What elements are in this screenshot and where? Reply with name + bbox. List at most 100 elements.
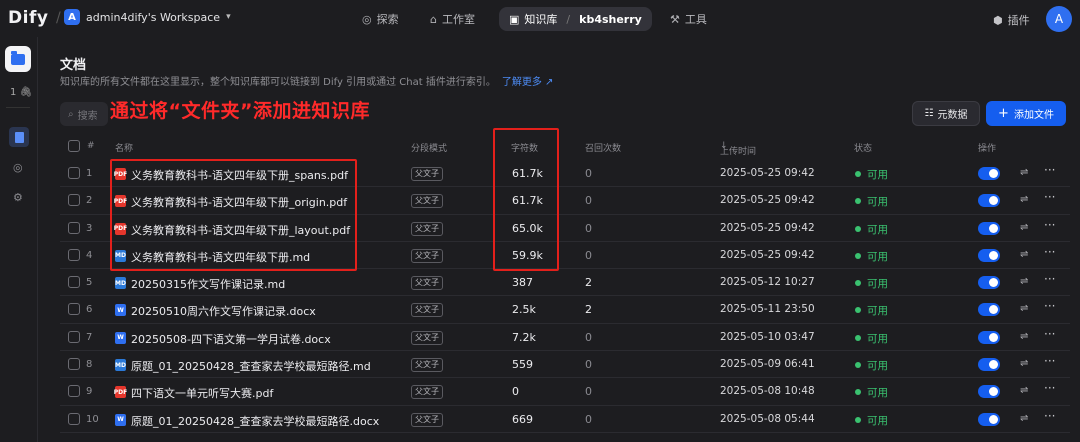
upload-time: 2025-05-09 06:41 <box>720 358 815 371</box>
knowledge-base-name[interactable]: kb4sherry <box>579 13 642 26</box>
row-checkbox[interactable] <box>68 194 80 207</box>
more-options-icon[interactable]: ··· <box>1044 354 1055 368</box>
breadcrumb-separator: / <box>566 12 571 26</box>
nav-knowledge[interactable]: ▣ 知识库 / kb4sherry <box>499 7 652 31</box>
docx-file-icon: W <box>115 413 126 426</box>
settings-sliders-icon[interactable]: ⇌ <box>1020 249 1028 260</box>
row-index: 10 <box>86 413 99 425</box>
pdf-file-icon: PDF <box>114 222 127 235</box>
more-options-icon[interactable]: ··· <box>1044 381 1055 395</box>
table-row[interactable]: 1 PDF 义务教育教科书-语文四年级下册_spans.pdf 父文子 61.7k 0 20… <box>60 160 1070 188</box>
table-row[interactable]: 4 MD 义务教育教科书-语文四年级下册.md 父文子 59.9k 0 2025-05-25… <box>60 242 1070 270</box>
md-file-icon: MD <box>115 277 126 290</box>
table-row[interactable]: 9 PDF 四下语文一单元听写大赛.pdf 父文子 0 0 2025-05-08 10:48… <box>60 378 1070 406</box>
enable-toggle[interactable] <box>978 221 1000 235</box>
row-checkbox[interactable] <box>68 221 80 234</box>
file-name[interactable]: 原题_01_20250428_查查家去学校最短路径.docx <box>131 413 379 429</box>
more-options-icon[interactable]: ··· <box>1044 190 1055 204</box>
header-mode: 分段模式 <box>411 144 448 154</box>
app-logo[interactable]: Dify <box>8 8 48 28</box>
table-row[interactable]: 7 W 20250508-四下语文第一学月试卷.docx 父文子 7.2k 0 2025-0… <box>60 324 1070 352</box>
settings-sliders-icon[interactable]: ⇌ <box>1020 358 1028 369</box>
avatar[interactable]: A <box>1046 6 1072 32</box>
status-badge: 可用 <box>855 303 888 318</box>
nav-tools[interactable]: ⚒ 工具 <box>670 7 707 31</box>
enable-toggle[interactable] <box>978 412 1000 426</box>
settings-sliders-icon[interactable]: ⇌ <box>1020 222 1028 233</box>
more-options-icon[interactable]: ··· <box>1044 163 1055 177</box>
file-name[interactable]: 义务教育教科书-语文四年级下册_spans.pdf <box>131 167 348 183</box>
row-checkbox[interactable] <box>68 358 80 371</box>
header-chars[interactable]: 字符数 <box>511 141 538 154</box>
enable-toggle[interactable] <box>978 330 1000 344</box>
plugins-button[interactable]: ⬢ 插件 <box>993 12 1030 28</box>
row-index: 1 <box>86 168 93 179</box>
table-row[interactable]: 10 W 原题_01_20250428_查查家去学校最短路径.docx 父文子 669 0… <box>60 406 1070 433</box>
add-file-button[interactable]: + 添加文件 <box>986 101 1066 126</box>
settings-sliders-icon[interactable]: ⇌ <box>1020 276 1028 287</box>
row-checkbox[interactable] <box>68 276 80 289</box>
select-all-checkbox[interactable] <box>68 140 80 152</box>
table-row[interactable]: 8 MD 原题_01_20250428_查查家去学校最短路径.md 父文子 559 0 20… <box>60 351 1070 379</box>
header-recall[interactable]: 召回次数 <box>585 141 621 154</box>
more-options-icon[interactable]: ··· <box>1044 327 1055 341</box>
more-options-icon[interactable]: ··· <box>1044 245 1055 259</box>
file-name[interactable]: 20250315作文写作课记录.md <box>131 276 285 292</box>
nav-explore[interactable]: ◎ 探索 <box>362 7 399 31</box>
table-row[interactable]: 5 MD 20250315作文写作课记录.md 父文子 387 2 2025-05-12 1… <box>60 269 1070 297</box>
doc-count: 1 🖇 <box>10 87 33 98</box>
file-name[interactable]: 四下语文一单元听写大赛.pdf <box>131 385 273 401</box>
learn-more-link[interactable]: 了解更多 <box>502 77 542 88</box>
row-checkbox[interactable] <box>68 303 80 316</box>
recall-count: 2 <box>585 276 592 290</box>
more-options-icon[interactable]: ··· <box>1044 299 1055 313</box>
file-name[interactable]: 义务教育教科书-语文四年级下册_layout.pdf <box>131 222 350 238</box>
search-input[interactable]: ⌕ 搜索 <box>60 102 108 126</box>
row-checkbox[interactable] <box>68 167 80 179</box>
documents-icon[interactable] <box>9 127 29 147</box>
file-name[interactable]: 原题_01_20250428_查查家去学校最短路径.md <box>131 358 371 374</box>
workspace-switcher[interactable]: A admin4dify's Workspace ▾ <box>64 9 231 25</box>
nav-studio[interactable]: ⌂ 工作室 <box>430 7 475 31</box>
book-icon: ▣ <box>509 12 520 26</box>
enable-toggle[interactable] <box>978 194 1000 208</box>
enable-toggle[interactable] <box>978 358 1000 372</box>
row-checkbox[interactable] <box>68 330 80 343</box>
file-name[interactable]: 义务教育教科书-语文四年级下册.md <box>131 249 310 265</box>
enable-toggle[interactable] <box>978 248 1000 262</box>
target-icon[interactable]: ◎ <box>13 161 23 174</box>
metadata-button[interactable]: ☷ 元数据 <box>912 101 980 126</box>
settings-sliders-icon[interactable]: ⇌ <box>1020 331 1028 342</box>
table-row[interactable]: 3 PDF 义务教育教科书-语文四年级下册_layout.pdf 父文子 65.0k 0 2… <box>60 215 1070 242</box>
table-row[interactable]: 6 W 20250510周六作文写作课记录.docx 父文子 2.5k 2 2025-05-… <box>60 296 1070 324</box>
settings-sliders-icon[interactable]: ⇌ <box>1020 413 1028 424</box>
page-description: 知识库的所有文件都在这里显示，整个知识库都可以链接到 Dify 引用或通过 Ch… <box>60 77 554 88</box>
enable-toggle[interactable] <box>978 276 1000 290</box>
table-row[interactable]: 2 PDF 义务教育教科书-语文四年级下册_origin.pdf 父文子 61.7k 0 2… <box>60 187 1070 215</box>
docx-file-icon: W <box>115 304 126 317</box>
more-options-icon[interactable]: ··· <box>1044 409 1055 423</box>
row-checkbox[interactable] <box>68 248 80 261</box>
settings-sliders-icon[interactable]: ⇌ <box>1020 385 1028 396</box>
table-header: # 名称 分段模式 字符数 召回次数 上传时间 ↓ 状态 操作 <box>60 138 1070 157</box>
settings-sliders-icon[interactable]: ⇌ <box>1020 194 1028 205</box>
settings-sliders-icon[interactable]: ⇌ <box>1020 303 1028 314</box>
status-badge: 可用 <box>855 167 888 182</box>
file-name[interactable]: 义务教育教科书-语文四年级下册_origin.pdf <box>131 194 347 210</box>
row-checkbox[interactable] <box>68 385 80 398</box>
chunk-mode-badge: 父文子 <box>411 167 443 181</box>
status-badge: 可用 <box>855 222 888 237</box>
settings-sliders-icon[interactable]: ⇌ <box>1020 167 1028 178</box>
more-options-icon[interactable]: ··· <box>1044 272 1055 286</box>
header-upload-time[interactable]: 上传时间 ↓ <box>720 141 756 157</box>
dataset-folder-icon[interactable] <box>5 46 31 72</box>
more-options-icon[interactable]: ··· <box>1044 218 1055 232</box>
settings-icon[interactable]: ⚙ <box>13 191 23 204</box>
enable-toggle[interactable] <box>978 167 1000 180</box>
file-name[interactable]: 20250510周六作文写作课记录.docx <box>131 303 316 319</box>
enable-toggle[interactable] <box>978 385 1000 399</box>
enable-toggle[interactable] <box>978 303 1000 317</box>
file-name[interactable]: 20250508-四下语文第一学月试卷.docx <box>131 331 331 347</box>
md-file-icon: MD <box>115 359 126 372</box>
row-checkbox[interactable] <box>68 412 80 425</box>
